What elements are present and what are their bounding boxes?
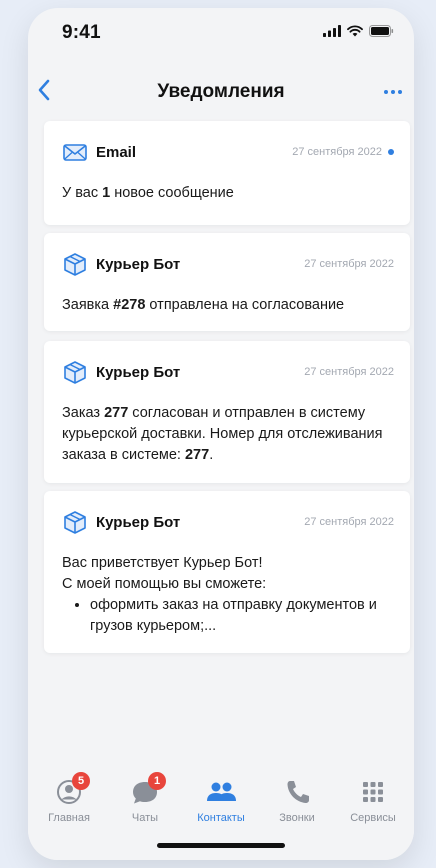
status-time: 9:41 [62,22,101,43]
contacts-icon [207,782,236,801]
envelope-icon [62,139,88,165]
navigation-bar: Уведомления [28,64,414,112]
notification-card-courier[interactable]: Курьер Бот 27 сентября 2022 Заказ 277 со… [44,341,410,483]
notification-card-email[interactable]: Email 27 сентября 2022 У вас 1 новое соо… [44,121,410,225]
phone-screen: 9:41 Уведомления Email 27 сентября 2022 … [28,8,414,860]
tab-label: Сервисы [350,812,396,824]
cellular-signal-icon [323,24,341,42]
notification-sender: Email [96,144,137,161]
notification-date: 27 сентября 2022 [292,146,394,158]
battery-icon [369,24,394,42]
notification-date: 27 сентября 2022 [304,366,394,378]
wifi-icon [347,24,363,42]
notification-date: 27 сентября 2022 [304,516,394,528]
notification-sender: Курьер Бот [96,364,181,381]
tab-label: Главная [48,812,90,824]
tab-label: Чаты [131,812,159,824]
bullet-list: оформить заказ на отправку документов и … [62,595,392,637]
tab-services[interactable]: Сервисы [336,778,410,828]
tab-label: Звонки [279,812,315,824]
unread-indicator [388,149,394,155]
body-line: Вас приветствует Курьер Бот! [62,555,263,571]
status-icons [323,24,394,42]
notification-card-courier[interactable]: Курьер Бот 27 сентября 2022 Вас приветст… [44,491,410,653]
page-title: Уведомления [157,81,285,102]
bullet-item: оформить заказ на отправку документов и … [90,595,392,637]
unread-count-badge: 5 [72,772,90,790]
tab-calls[interactable]: Звонки [260,778,334,828]
phone-icon [287,781,309,803]
box-icon [62,509,88,535]
notification-date: 27 сентября 2022 [304,258,394,270]
notification-sender: Курьер Бот [96,514,181,531]
notification-body: Вас приветствует Курьер Бот! С моей помо… [62,553,392,637]
unread-count-badge: 1 [148,772,166,790]
more-options-button[interactable] [378,82,408,102]
tab-bar: 5 Главная 1 Чаты Контакты Звонки Сервисы [28,772,414,860]
notification-sender: Курьер Бот [96,256,181,273]
body-line: С моей помощью вы сможете: [62,576,267,592]
ellipsis-icon [384,90,402,94]
box-icon [62,359,88,385]
notification-body: Заказ 277 согласован и отправлен в систе… [62,405,383,463]
notification-body: У вас 1 новое сообщение [62,185,234,201]
notification-card-courier[interactable]: Курьер Бот 27 сентября 2022 Заявка #278 … [44,233,410,331]
home-indicator [157,843,285,848]
tab-label: Контакты [197,812,245,824]
grid-icon [363,782,383,802]
notification-body: Заявка #278 отправлена на согласование [62,297,345,313]
tab-contacts[interactable]: Контакты [184,778,258,828]
tab-chats[interactable]: 1 Чаты [108,772,182,828]
tab-home[interactable]: 5 Главная [32,772,106,828]
box-icon [62,251,88,277]
status-bar: 9:41 [28,8,414,56]
